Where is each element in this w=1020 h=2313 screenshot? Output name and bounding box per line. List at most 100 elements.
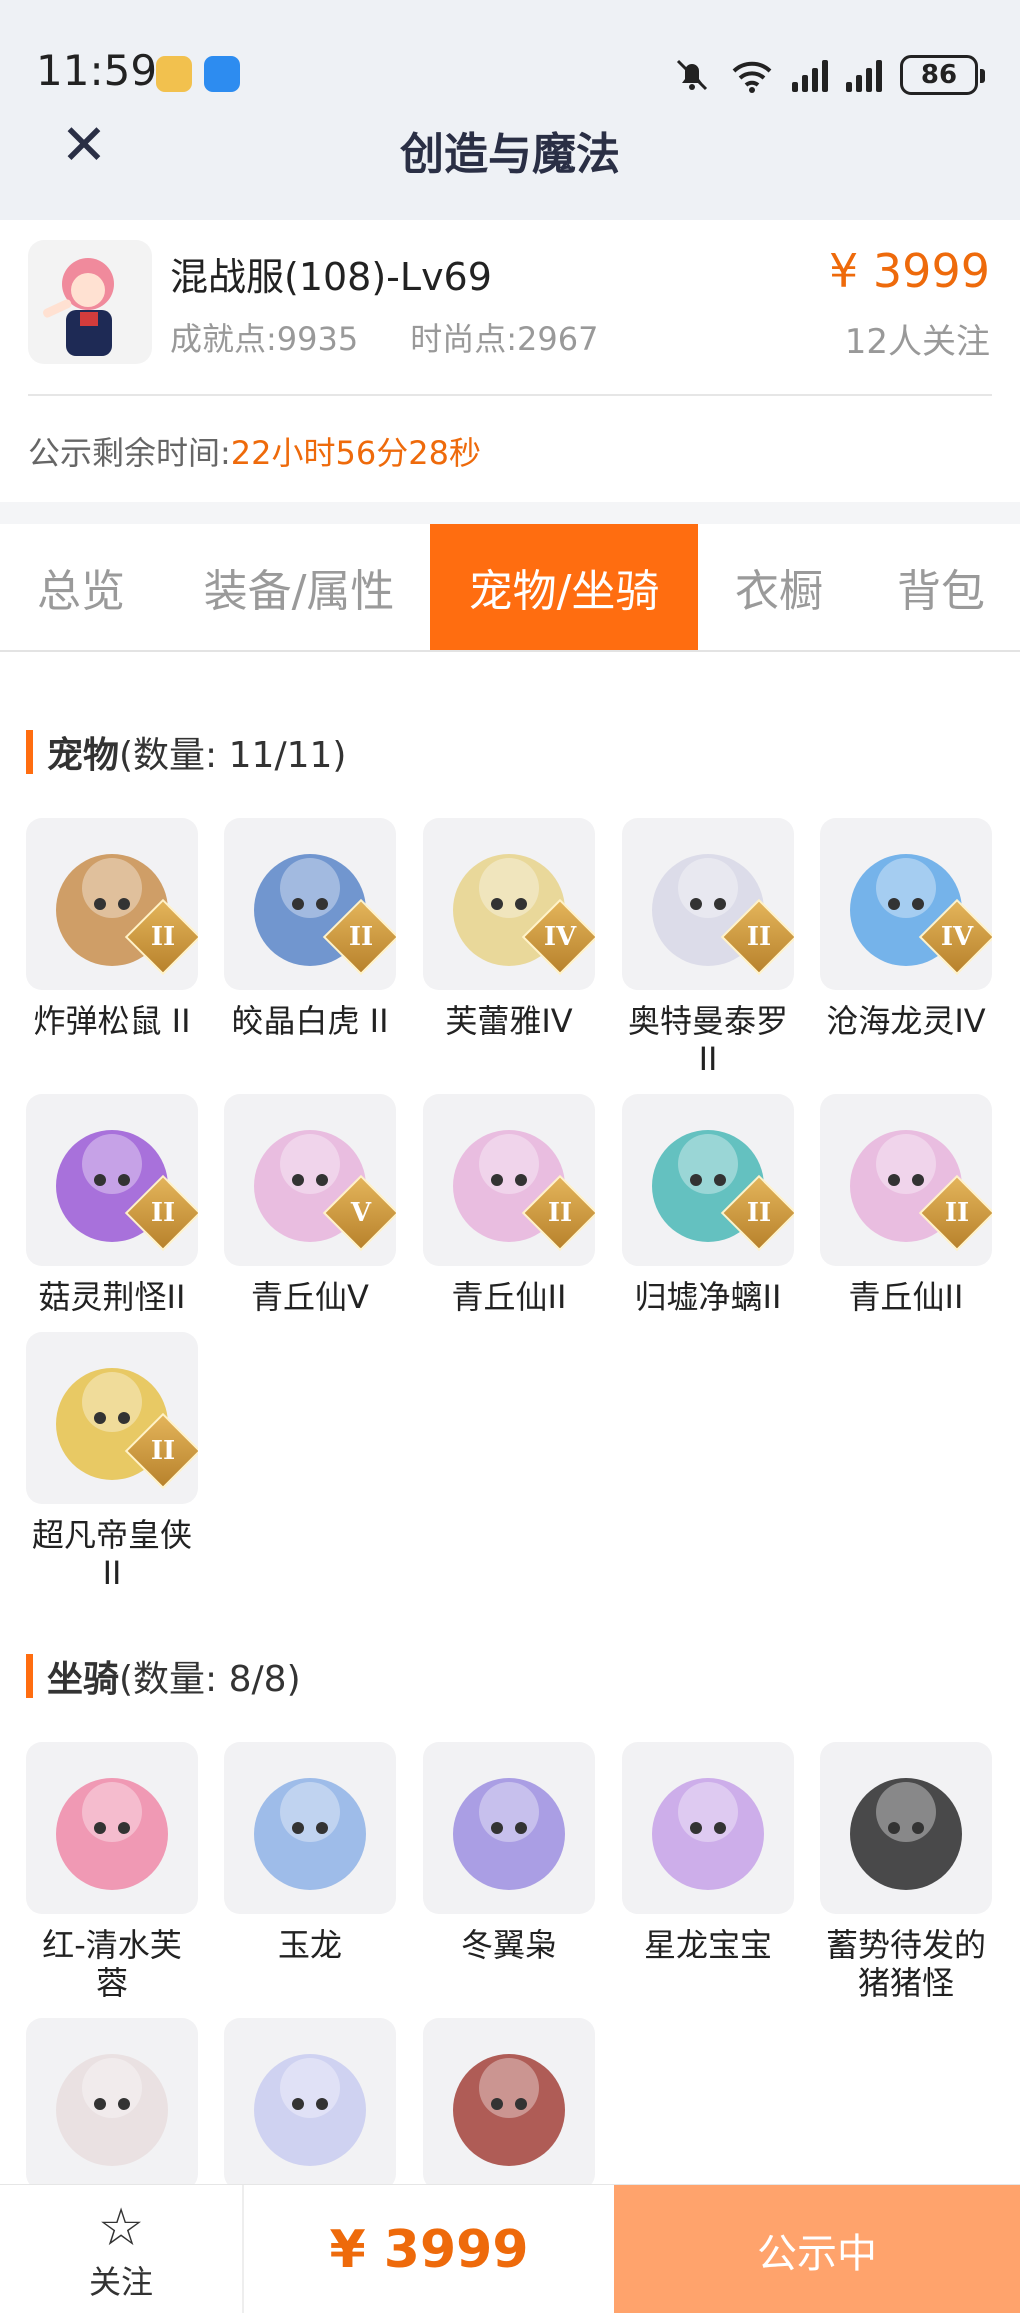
rank-badge-text: II xyxy=(348,922,374,952)
pet-thumbnail: IV xyxy=(820,818,992,990)
pet-item[interactable]: II 青丘仙II xyxy=(818,1094,994,1316)
mount-thumbnail xyxy=(423,1742,595,1914)
pet-name: 青丘仙II xyxy=(848,1278,964,1316)
mount-item[interactable]: 蓄势待发的 猪猪怪 xyxy=(818,1742,994,2002)
mount-item[interactable]: 冬翼枭 xyxy=(421,1742,597,1964)
tab-pets-mounts[interactable]: 宠物/坐骑 xyxy=(430,524,698,650)
pet-thumbnail: II xyxy=(423,1094,595,1266)
top-bar: 11:59 86 ✕ 创造与魔法 xyxy=(0,0,1020,220)
pet-name: 炸弹松鼠 II xyxy=(33,1002,191,1040)
divider xyxy=(28,394,992,396)
rank-badge-text: II xyxy=(944,1198,970,1228)
page-title: 创造与魔法 xyxy=(400,129,620,180)
signal-2-icon xyxy=(846,58,882,92)
achievement-points: 成就点:9935 xyxy=(170,320,359,358)
mount-item[interactable]: 红-清水芙 蓉 xyxy=(24,1742,200,2002)
tab-wardrobe[interactable]: 衣橱 xyxy=(714,524,844,650)
pet-item[interactable]: II 皎晶白虎 II xyxy=(222,818,398,1040)
pet-item[interactable]: II 菇灵荆怪II xyxy=(24,1094,200,1316)
pet-name: 沧海龙灵IV xyxy=(826,1002,986,1040)
follow-label: 关注 xyxy=(88,2263,153,2301)
section-gap xyxy=(0,502,1020,524)
pet-name: 菇灵荆怪II xyxy=(38,1278,186,1316)
pet-name: 归墟净螭II xyxy=(634,1278,782,1316)
follow-button[interactable]: ☆ 关注 xyxy=(0,2185,244,2313)
pet-item[interactable]: II 奥特曼泰罗 II xyxy=(620,818,796,1078)
role-avatar[interactable] xyxy=(28,240,152,364)
bottom-price: ¥ 3999 xyxy=(329,2219,529,2280)
pet-item[interactable]: IV 沧海龙灵IV xyxy=(818,818,994,1040)
pet-item[interactable]: II 超凡帝皇侠 II xyxy=(24,1332,200,1592)
pet-name: 皎晶白虎 II xyxy=(231,1002,389,1040)
rank-badge-text: II xyxy=(150,1198,176,1228)
pet-thumbnail: II xyxy=(622,818,794,990)
tab-overview[interactable]: 总览 xyxy=(18,524,144,650)
mounts-section-title: 坐骑 (数量: 8/8) xyxy=(26,1650,301,1702)
role-stats: 成就点:9935 时尚点:2967 xyxy=(170,314,650,360)
section-marker xyxy=(26,1654,33,1698)
rank-badge-text: II xyxy=(150,1436,176,1466)
publicity-status-button[interactable]: 公示中 xyxy=(614,2185,1020,2313)
mount-name: 红-清水芙 蓉 xyxy=(42,1926,182,2002)
rank-badge-text: V xyxy=(350,1198,372,1228)
pets-title: 宠物 xyxy=(47,735,120,776)
bottom-bar: ☆ 关注 ¥ 3999 公示中 xyxy=(0,2184,1020,2313)
mount-name: 冬翼枭 xyxy=(460,1926,557,1964)
pet-thumbnail: V xyxy=(224,1094,396,1266)
status-indicators: 86 xyxy=(672,52,985,98)
pet-name: 青丘仙V xyxy=(251,1278,369,1316)
mount-name: 玉龙 xyxy=(277,1926,342,1964)
rank-badge-text: IV xyxy=(543,922,577,952)
mount-name: 蓄势待发的 猪猪怪 xyxy=(825,1926,986,2002)
section-marker xyxy=(26,730,33,774)
status-time: 11:59 xyxy=(36,46,158,95)
star-icon: ☆ xyxy=(97,2198,145,2258)
bell-muted-icon xyxy=(676,59,708,91)
publicity-countdown: 公示剩余时间:22小时56分28秒 xyxy=(28,428,481,474)
pets-count: (数量: 11/11) xyxy=(119,735,347,776)
mount-item[interactable] xyxy=(222,2018,398,2202)
mount-name: 星龙宝宝 xyxy=(643,1926,772,1964)
countdown-value: 22小时56分28秒 xyxy=(230,434,481,472)
rank-badge-text: II xyxy=(746,922,772,952)
character-portrait-icon xyxy=(43,258,114,356)
mount-item[interactable]: 星龙宝宝 xyxy=(620,1742,796,1964)
pet-item[interactable]: V 青丘仙V xyxy=(222,1094,398,1316)
wifi-icon xyxy=(732,61,772,93)
mount-item[interactable] xyxy=(24,2018,200,2202)
pet-thumbnail: II xyxy=(622,1094,794,1266)
mount-thumbnail xyxy=(224,1742,396,1914)
role-price: ¥ 3999 xyxy=(829,244,990,298)
rank-badge-text: II xyxy=(150,922,176,952)
pet-thumbnail: II xyxy=(224,818,396,990)
mount-thumbnail xyxy=(26,2018,198,2190)
pet-name: 芙蕾雅IV xyxy=(445,1002,573,1040)
mount-thumbnail xyxy=(26,1742,198,1914)
fashion-points: 时尚点:2967 xyxy=(410,320,599,358)
mount-thumbnail xyxy=(622,1742,794,1914)
signal-1-icon xyxy=(792,58,828,92)
role-name: 混战服(108)-Lv69 xyxy=(170,255,492,299)
pet-thumbnail: IV xyxy=(423,818,595,990)
pet-item[interactable]: II 青丘仙II xyxy=(421,1094,597,1316)
pets-section-title: 宠物 (数量: 11/11) xyxy=(26,726,346,778)
mount-thumbnail xyxy=(423,2018,595,2190)
tab-bar: 总览 装备/属性 宠物/坐骑 衣橱 背包 xyxy=(0,524,1020,652)
pet-item[interactable]: II 炸弹松鼠 II xyxy=(24,818,200,1040)
pet-item[interactable]: II 归墟净螭II xyxy=(620,1094,796,1316)
battery-icon: 86 xyxy=(900,55,985,95)
pet-name: 奥特曼泰罗 II xyxy=(627,1002,788,1078)
rank-badge-text: IV xyxy=(940,922,974,952)
pet-name: 青丘仙II xyxy=(451,1278,567,1316)
rank-badge-text: II xyxy=(547,1198,573,1228)
countdown-label: 公示剩余时间: xyxy=(28,434,231,472)
mounts-title: 坐骑 xyxy=(47,1659,120,1700)
tab-backpack[interactable]: 背包 xyxy=(876,524,1006,650)
pet-item[interactable]: IV 芙蕾雅IV xyxy=(421,818,597,1040)
app-notification-icon xyxy=(156,56,192,92)
tab-equipment[interactable]: 装备/属性 xyxy=(186,524,412,650)
mount-item[interactable]: 玉龙 xyxy=(222,1742,398,1964)
mounts-count: (数量: 8/8) xyxy=(119,1659,301,1700)
pet-name: 超凡帝皇侠 II xyxy=(31,1516,192,1592)
mount-item[interactable] xyxy=(421,2018,597,2202)
